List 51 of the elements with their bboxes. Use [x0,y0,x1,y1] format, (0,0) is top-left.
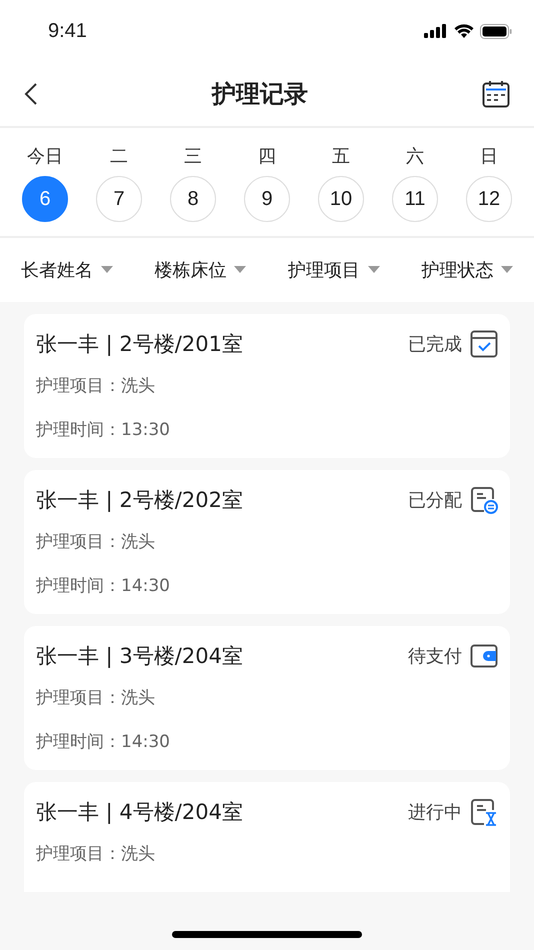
record-card[interactable]: 张一丰 | 2号楼/202室 已分配 护理项目：洗头 护理时间：14:30 [24,470,510,614]
record-title: 张一丰 | 2号楼/201室 [36,331,244,358]
filter-dropdown[interactable]: 长者姓名 [16,254,117,286]
record-title: 张一丰 | 2号楼/202室 [36,487,244,514]
date-button[interactable]: 9 [244,176,290,222]
wallet-icon [470,643,498,669]
filter-dropdown[interactable]: 楼栋床位 [150,254,250,286]
date-button[interactable]: 12 [466,176,512,222]
battery-icon [480,24,512,38]
status-time: 9:41 [48,20,87,42]
record-title: 张一丰 | 4号楼/204室 [36,799,244,826]
care-time-text: 护理时间：14:30 [36,731,171,754]
record-title: 张一丰 | 3号楼/204室 [36,643,244,670]
weekday-label: 二 [110,145,128,168]
care-item-text: 护理项目：洗头 [36,375,156,398]
care-item-text: 护理项目：洗头 [36,531,156,554]
care-time-text: 护理时间：13:30 [36,419,171,442]
weekday-label: 今日 [27,145,63,168]
dropdown-triangle-icon [234,266,246,274]
filter-dropdown[interactable]: 护理状态 [417,254,518,286]
check-calendar-icon [470,330,498,358]
date-button[interactable]: 6 [22,176,68,222]
status-label: 已分配 [408,489,462,512]
record-card[interactable]: 张一丰 | 4号楼/204室 进行中 护理项目：洗头 [24,782,510,892]
calendar-button[interactable] [480,78,512,110]
filter-dropdown[interactable]: 护理项目 [284,254,384,286]
date-button[interactable]: 7 [96,176,142,222]
care-item-text: 护理项目：洗头 [36,687,156,710]
signal-icon [424,24,448,38]
document-hourglass-icon [470,798,498,826]
weekday-label: 日 [480,145,498,168]
care-time-text: 护理时间：14:30 [36,575,171,598]
date-button[interactable]: 11 [392,176,438,222]
weekday-label: 五 [332,145,350,168]
wifi-icon [454,24,474,38]
weekday-label: 六 [406,145,424,168]
dropdown-triangle-icon [501,266,514,274]
status-label: 已完成 [408,333,462,356]
weekday-label: 四 [258,145,276,168]
status-label: 进行中 [408,801,462,824]
date-button[interactable]: 8 [170,176,216,222]
document-swap-icon [470,486,498,514]
page-title: 护理记录 [212,79,308,110]
dropdown-triangle-icon [100,266,113,274]
dropdown-triangle-icon [368,266,380,274]
status-label: 待支付 [408,645,462,668]
date-button[interactable]: 10 [318,176,364,222]
record-card[interactable]: 张一丰 | 2号楼/201室 已完成 护理项目：洗头 护理时间：13:30 [24,314,510,458]
record-card[interactable]: 张一丰 | 3号楼/204室 待支付 护理项目：洗头 护理时间：14:30 [24,626,510,770]
care-item-text: 护理项目：洗头 [36,843,156,866]
weekday-label: 三 [184,145,202,168]
